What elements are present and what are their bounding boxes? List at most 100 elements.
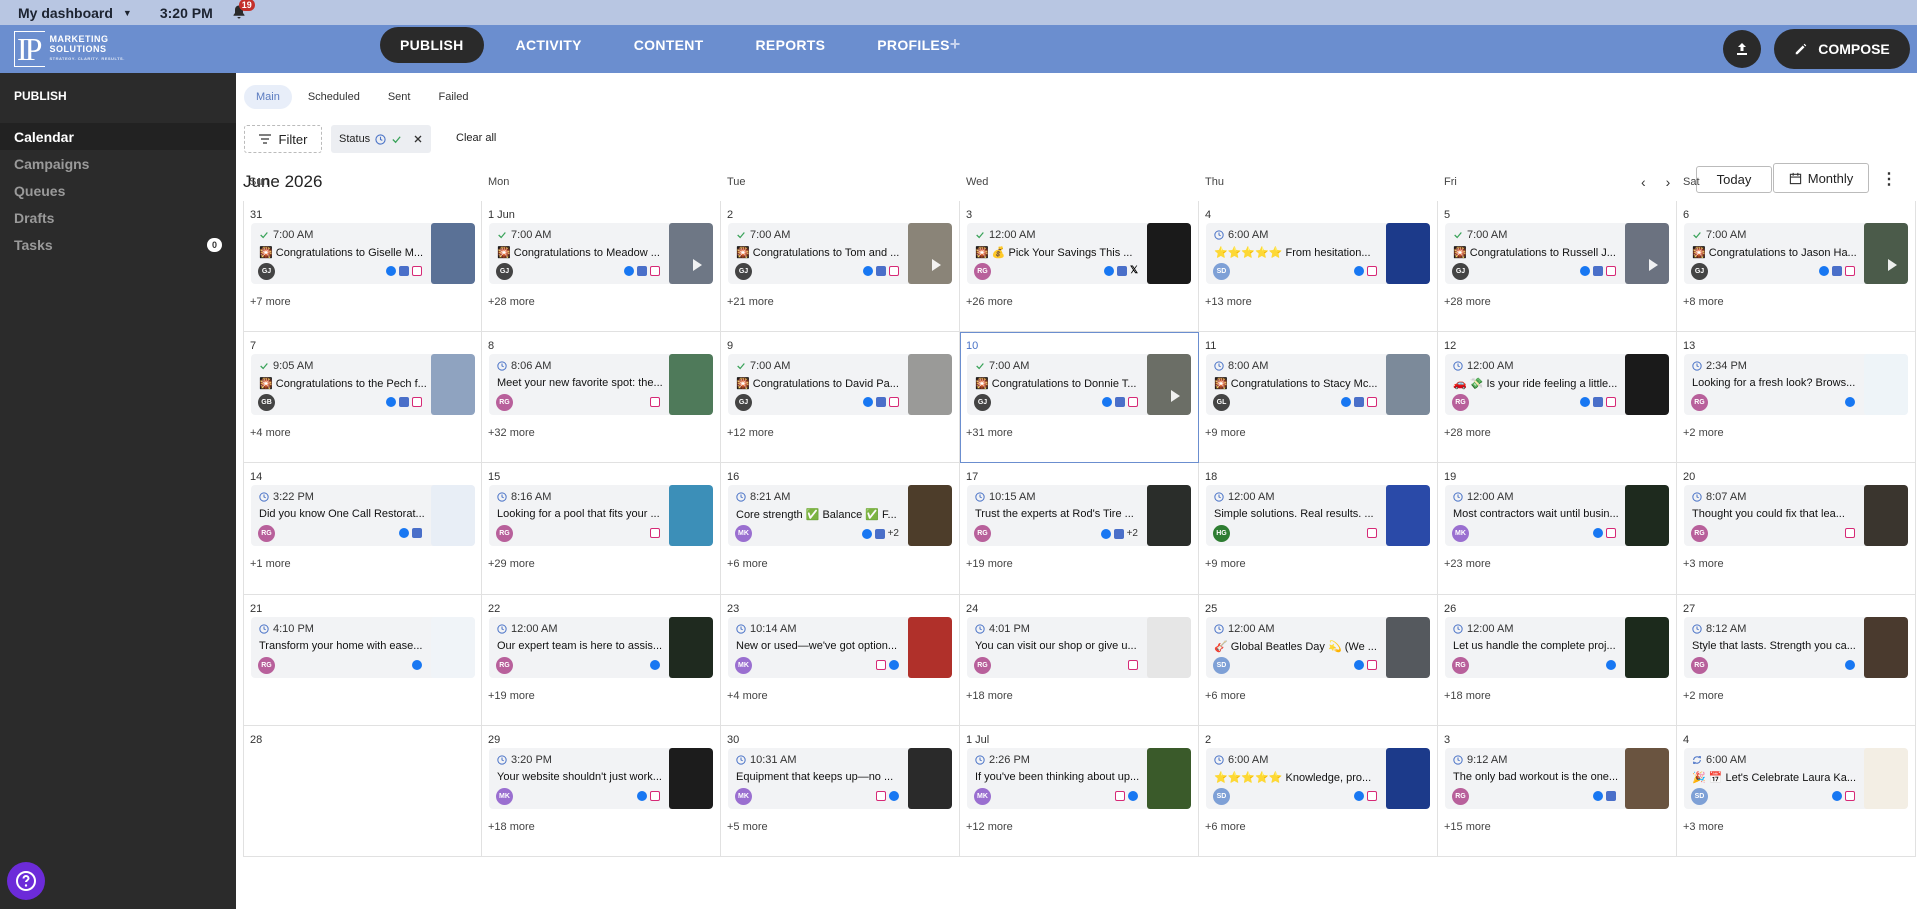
post-card[interactable]: 12:00 AM Let us handle the complete proj… bbox=[1445, 616, 1669, 678]
calendar-day-cell[interactable]: 10 7:00 AM 🎇 Congratulations to Donnie T… bbox=[960, 332, 1199, 464]
calendar-day-cell[interactable]: 24 4:01 PM You can visit our shop or giv… bbox=[960, 594, 1199, 726]
calendar-day-cell[interactable]: 6 7:00 AM 🎇 Congratulations to Jason Ha.… bbox=[1677, 201, 1916, 333]
calendar-day-cell[interactable]: 3 12:00 AM 🎇 💰 Pick Your Savings This ..… bbox=[960, 201, 1199, 333]
calendar-day-cell[interactable]: 16 8:21 AM Core strength ✅ Balance ✅ F..… bbox=[721, 463, 960, 595]
tab-scheduled[interactable]: Scheduled bbox=[296, 85, 372, 109]
more-options-icon[interactable]: ⋮ bbox=[1881, 169, 1897, 189]
post-card[interactable]: 7:00 AM 🎇 Congratulations to David Pa...… bbox=[728, 354, 952, 416]
tab-main[interactable]: Main bbox=[244, 85, 292, 109]
post-card[interactable]: 7:00 AM 🎇 Congratulations to Russell J..… bbox=[1445, 223, 1669, 284]
calendar-day-cell[interactable]: 4 6:00 AM 🎉 📅 Let's Celebrate Laura Ka..… bbox=[1677, 725, 1916, 857]
more-posts-link[interactable]: +32 more bbox=[488, 427, 535, 439]
more-posts-link[interactable]: +23 more bbox=[1444, 558, 1491, 570]
post-card[interactable]: 8:07 AM Thought you could fix that lea..… bbox=[1684, 485, 1908, 547]
post-card[interactable]: 3:20 PM Your website shouldn't just work… bbox=[489, 747, 713, 809]
more-posts-link[interactable]: +21 more bbox=[727, 296, 774, 308]
more-posts-link[interactable]: +31 more bbox=[966, 427, 1013, 439]
calendar-day-cell[interactable]: 12 12:00 AM 🚗 💸 Is your ride feeling a l… bbox=[1438, 332, 1677, 464]
post-card[interactable]: 4:10 PM Transform your home with ease...… bbox=[251, 616, 475, 678]
calendar-day-cell[interactable]: 15 8:16 AM Looking for a pool that fits … bbox=[482, 463, 721, 595]
calendar-day-cell[interactable]: 21 4:10 PM Transform your home with ease… bbox=[243, 594, 482, 726]
post-card[interactable]: 7:00 AM 🎇 Congratulations to Tom and ...… bbox=[728, 223, 952, 284]
more-posts-link[interactable]: +3 more bbox=[1683, 821, 1724, 833]
calendar-day-cell[interactable]: 25 12:00 AM 🎸 Global Beatles Day 💫 (We .… bbox=[1199, 594, 1438, 726]
post-card[interactable]: 12:00 AM Simple solutions. Real results.… bbox=[1206, 485, 1430, 547]
more-posts-link[interactable]: +2 more bbox=[1683, 427, 1724, 439]
post-card[interactable]: 12:00 AM 🚗 💸 Is your ride feeling a litt… bbox=[1445, 354, 1669, 416]
nav-reports[interactable]: REPORTS bbox=[736, 27, 846, 63]
calendar-day-cell[interactable]: 1 Jun 7:00 AM 🎇 Congratulations to Meado… bbox=[482, 201, 721, 333]
dashboard-selector[interactable]: My dashboard ▼ bbox=[18, 5, 132, 21]
post-card[interactable]: 8:00 AM 🎇 Congratulations to Stacy Mc...… bbox=[1206, 354, 1430, 416]
calendar-day-cell[interactable]: 29 3:20 PM Your website shouldn't just w… bbox=[482, 725, 721, 857]
calendar-day-cell[interactable]: 27 8:12 AM Style that lasts. Strength yo… bbox=[1677, 594, 1916, 726]
today-button[interactable]: Today bbox=[1696, 166, 1772, 193]
brand-logo[interactable]: IP MARKETING SOLUTIONS STRATEGY. CLARITY. … bbox=[14, 31, 125, 67]
calendar-day-cell[interactable]: 28 bbox=[243, 725, 482, 857]
calendar-day-cell[interactable]: 14 3:22 PM Did you know One Call Restora… bbox=[243, 463, 482, 595]
more-posts-link[interactable]: +29 more bbox=[488, 558, 535, 570]
post-card[interactable]: 7:00 AM 🎇 Congratulations to Jason Ha...… bbox=[1684, 223, 1908, 284]
more-posts-link[interactable]: +12 more bbox=[966, 821, 1013, 833]
sidebar-item-drafts[interactable]: Drafts bbox=[0, 204, 236, 231]
more-posts-link[interactable]: +4 more bbox=[250, 427, 291, 439]
status-filter-chip[interactable]: Status bbox=[331, 125, 431, 153]
more-posts-link[interactable]: +1 more bbox=[250, 558, 291, 570]
calendar-day-cell[interactable]: 19 12:00 AM Most contractors wait until … bbox=[1438, 463, 1677, 595]
compose-button[interactable]: COMPOSE bbox=[1774, 29, 1910, 69]
post-card[interactable]: 6:00 AM ⭐⭐⭐⭐⭐ From hesitation... SD bbox=[1206, 223, 1430, 284]
post-card[interactable]: 9:05 AM 🎇 Congratulations to the Pech f.… bbox=[251, 354, 475, 416]
nav-activity[interactable]: ACTIVITY bbox=[496, 27, 602, 63]
sidebar-item-calendar[interactable]: Calendar bbox=[0, 123, 236, 150]
post-card[interactable]: 7:00 AM 🎇 Congratulations to Donnie T...… bbox=[967, 354, 1191, 416]
post-card[interactable]: 10:31 AM Equipment that keeps up—no ... … bbox=[728, 747, 952, 809]
post-card[interactable]: 2:34 PM Looking for a fresh look? Brows.… bbox=[1684, 354, 1908, 416]
post-card[interactable]: 10:15 AM Trust the experts at Rod's Tire… bbox=[967, 485, 1191, 547]
post-card[interactable]: 6:00 AM 🎉 📅 Let's Celebrate Laura Ka... … bbox=[1684, 747, 1908, 809]
post-card[interactable]: 8:06 AM Meet your new favorite spot: the… bbox=[489, 354, 713, 416]
upload-button[interactable] bbox=[1723, 30, 1761, 68]
sidebar-item-queues[interactable]: Queues bbox=[0, 177, 236, 204]
calendar-day-cell[interactable]: 7 9:05 AM 🎇 Congratulations to the Pech … bbox=[243, 332, 482, 464]
more-posts-link[interactable]: +7 more bbox=[250, 296, 291, 308]
more-posts-link[interactable]: +4 more bbox=[727, 690, 768, 702]
post-card[interactable]: 12:00 AM 🎸 Global Beatles Day 💫 (We ... … bbox=[1206, 616, 1430, 678]
calendar-day-cell[interactable]: 18 12:00 AM Simple solutions. Real resul… bbox=[1199, 463, 1438, 595]
more-posts-link[interactable]: +13 more bbox=[1205, 296, 1252, 308]
more-posts-link[interactable]: +19 more bbox=[488, 690, 535, 702]
more-posts-link[interactable]: +18 more bbox=[1444, 690, 1491, 702]
post-card[interactable]: 12:00 AM Most contractors wait until bus… bbox=[1445, 485, 1669, 547]
calendar-day-cell[interactable]: 30 10:31 AM Equipment that keeps up—no .… bbox=[721, 725, 960, 857]
more-posts-link[interactable]: +12 more bbox=[727, 427, 774, 439]
calendar-day-cell[interactable]: 26 12:00 AM Let us handle the complete p… bbox=[1438, 594, 1677, 726]
calendar-day-cell[interactable]: 9 7:00 AM 🎇 Congratulations to David Pa.… bbox=[721, 332, 960, 464]
more-posts-link[interactable]: +3 more bbox=[1683, 558, 1724, 570]
more-posts-link[interactable]: +28 more bbox=[1444, 427, 1491, 439]
more-posts-link[interactable]: +15 more bbox=[1444, 821, 1491, 833]
calendar-day-cell[interactable]: 23 10:14 AM New or used—we've got option… bbox=[721, 594, 960, 726]
tab-failed[interactable]: Failed bbox=[426, 85, 480, 109]
post-card[interactable]: 8:16 AM Looking for a pool that fits you… bbox=[489, 485, 713, 547]
more-posts-link[interactable]: +6 more bbox=[1205, 821, 1246, 833]
more-posts-link[interactable]: +9 more bbox=[1205, 558, 1246, 570]
chevron-right-icon[interactable]: › bbox=[1666, 174, 1671, 190]
post-card[interactable]: 2:26 PM If you've been thinking about up… bbox=[967, 747, 1191, 809]
more-posts-link[interactable]: +18 more bbox=[966, 690, 1013, 702]
calendar-day-cell[interactable]: 31 7:00 AM 🎇 Congratulations to Giselle … bbox=[243, 201, 482, 333]
post-card[interactable]: 9:12 AM The only bad workout is the one.… bbox=[1445, 747, 1669, 809]
more-posts-link[interactable]: +28 more bbox=[488, 296, 535, 308]
sidebar-item-campaigns[interactable]: Campaigns bbox=[0, 150, 236, 177]
view-selector[interactable]: Monthly bbox=[1773, 163, 1869, 193]
calendar-day-cell[interactable]: 2 7:00 AM 🎇 Congratulations to Tom and .… bbox=[721, 201, 960, 333]
more-posts-link[interactable]: +2 more bbox=[1683, 690, 1724, 702]
calendar-day-cell[interactable]: 13 2:34 PM Looking for a fresh look? Bro… bbox=[1677, 332, 1916, 464]
nav-content[interactable]: CONTENT bbox=[614, 27, 724, 63]
more-posts-link[interactable]: +26 more bbox=[966, 296, 1013, 308]
more-posts-link[interactable]: +8 more bbox=[1683, 296, 1724, 308]
calendar-day-cell[interactable]: 2 6:00 AM ⭐⭐⭐⭐⭐ Knowledge, pro... SD +6 … bbox=[1199, 725, 1438, 857]
calendar-day-cell[interactable]: 3 9:12 AM The only bad workout is the on… bbox=[1438, 725, 1677, 857]
nav-publish[interactable]: PUBLISH bbox=[380, 27, 484, 63]
calendar-day-cell[interactable]: 17 10:15 AM Trust the experts at Rod's T… bbox=[960, 463, 1199, 595]
post-card[interactable]: 12:00 AM Our expert team is here to assi… bbox=[489, 616, 713, 678]
calendar-day-cell[interactable]: 22 12:00 AM Our expert team is here to a… bbox=[482, 594, 721, 726]
